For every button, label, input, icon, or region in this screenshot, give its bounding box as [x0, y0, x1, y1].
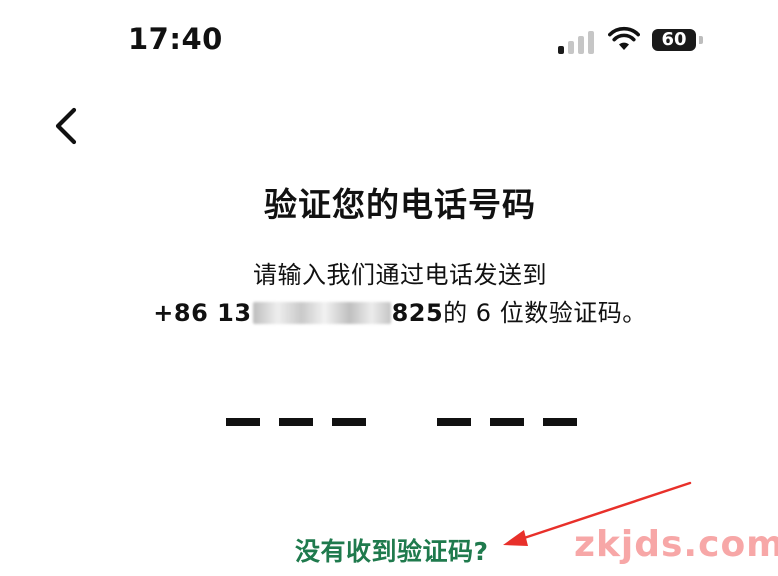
battery-cap — [699, 36, 703, 44]
instruction-text: 请输入我们通过电话发送到 +86 13 825的 6 位数验证码。 — [0, 256, 778, 332]
code-digit-slot[interactable] — [332, 418, 366, 426]
instruction-line-2: +86 13 825的 6 位数验证码。 — [0, 294, 778, 332]
battery-icon: 60 — [652, 29, 696, 51]
battery-level: 60 — [661, 29, 687, 50]
back-button[interactable] — [50, 104, 86, 148]
code-digit-slot[interactable] — [437, 418, 471, 426]
code-digit-slot[interactable] — [226, 418, 260, 426]
signal-icon — [558, 30, 596, 54]
status-bar: 17:40 60 — [0, 0, 778, 80]
code-digit-slot[interactable] — [490, 418, 524, 426]
chevron-left-icon — [55, 107, 77, 145]
instruction-line-1: 请输入我们通过电话发送到 — [253, 261, 547, 289]
status-time: 17:40 — [128, 22, 223, 56]
signal-bar — [558, 46, 564, 54]
signal-bar — [578, 36, 584, 54]
wifi-icon — [608, 26, 640, 50]
watermark: zkjds.com — [574, 524, 778, 565]
signal-bar — [588, 31, 594, 54]
code-digit-slot[interactable] — [543, 418, 577, 426]
code-group-2 — [437, 418, 587, 426]
code-digit-slot[interactable] — [279, 418, 313, 426]
phone-number-suffix: 825 — [391, 299, 444, 327]
resend-code-link[interactable]: 没有收到验证码? — [295, 532, 489, 568]
instruction-tail: 的 6 位数验证码。 — [443, 299, 647, 327]
code-group-1 — [226, 418, 376, 426]
phone-number-prefix: +86 13 — [153, 299, 252, 327]
signal-bar — [568, 41, 574, 54]
page-title: 验证您的电话号码 — [264, 185, 536, 224]
redacted-digits — [252, 302, 391, 324]
